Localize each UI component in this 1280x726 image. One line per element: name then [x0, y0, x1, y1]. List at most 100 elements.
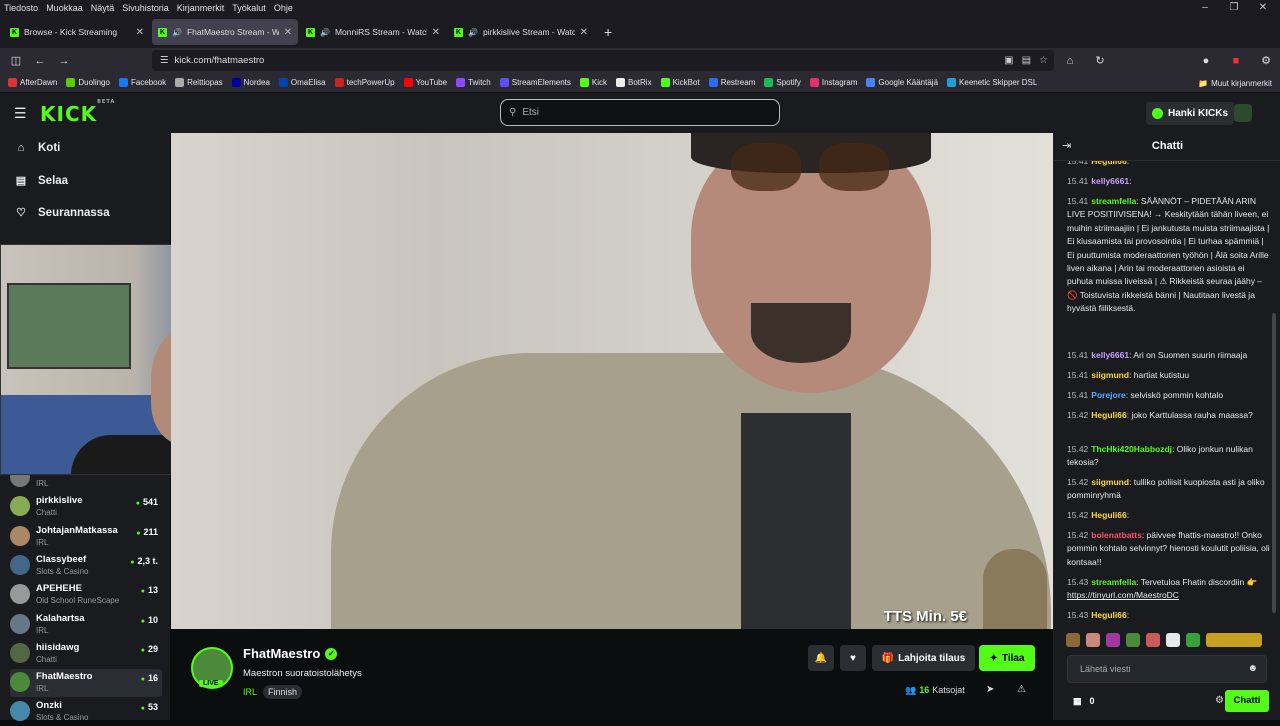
- reload-icon[interactable]: ↻: [1088, 54, 1112, 67]
- chat-send-button[interactable]: Chatti: [1225, 690, 1269, 712]
- bookmark-restream[interactable]: Restream: [708, 78, 755, 87]
- bookmark-nordea[interactable]: Nordea: [231, 78, 270, 87]
- sidebar-channel-classybeef[interactable]: ClassybeefSlots & Casino 2,3 t.: [10, 552, 162, 580]
- emote-icon[interactable]: [1166, 633, 1180, 647]
- sidebar-channel-hiisidawg[interactable]: hiisidawgChatti 29: [10, 640, 162, 668]
- chat-settings-icon[interactable]: ⚙: [1215, 695, 1224, 706]
- emote-icon[interactable]: [1146, 633, 1160, 647]
- chat-username[interactable]: Heguli66: [1091, 610, 1126, 620]
- sidebar-channel-kalahartsa[interactable]: KalahartsaIRL 10: [10, 611, 162, 639]
- emote-icon[interactable]: [1086, 633, 1100, 647]
- bookmark-omaelisa[interactable]: OmaElisa: [278, 78, 326, 87]
- url-bar[interactable]: ☰ kick.com/fhatmaestro ▣ ▤ ☆: [152, 50, 1054, 71]
- speaker-icon[interactable]: 🔊: [320, 28, 330, 37]
- channel-points[interactable]: ▦ 0: [1073, 696, 1095, 707]
- chat-username[interactable]: Porejore: [1091, 390, 1126, 400]
- chat-input[interactable]: Lähetä viesti ☻: [1067, 655, 1267, 683]
- bookmark-kickbot[interactable]: KickBot: [660, 78, 700, 87]
- streamer-name[interactable]: FhatMaestro ✓: [243, 646, 338, 661]
- sidebar-channel-apehehe[interactable]: APEHEHEOld School RuneScape 13: [10, 581, 162, 609]
- close-tab-icon[interactable]: ✕: [580, 27, 588, 38]
- bookmark-twitch[interactable]: Twitch: [456, 78, 491, 87]
- extension-badge-icon[interactable]: ■: [1224, 55, 1248, 67]
- bookmark-techpowerup[interactable]: techPowerUp: [334, 78, 395, 87]
- menu-edit[interactable]: Muokkaa: [46, 3, 83, 13]
- chat-messages[interactable]: 15.41 Heguli66: 15.41 kelly6661: 15.41 stream…: [1054, 161, 1274, 629]
- nav-following[interactable]: ♡ Seurannassa: [14, 206, 110, 220]
- close-tab-icon[interactable]: ✕: [432, 27, 440, 38]
- menu-hamburger-icon[interactable]: ☰: [14, 105, 27, 122]
- speaker-icon[interactable]: 🔊: [468, 28, 478, 37]
- tab-monnirs[interactable]: K 🔊 MonniRS Stream - Watch Li ✕: [300, 19, 446, 45]
- menu-bookmarks[interactable]: Kirjanmerkit: [177, 3, 225, 13]
- bookmark-kick[interactable]: Kick: [579, 78, 607, 87]
- avatar[interactable]: [1234, 104, 1252, 122]
- get-kicks-button[interactable]: Hanki KICKs: [1146, 102, 1235, 125]
- chat-username[interactable]: siigmund: [1091, 370, 1129, 380]
- home-icon[interactable]: ⌂: [1058, 55, 1082, 67]
- sidebar-channel-johtajanmatkassa[interactable]: JohtajanMatkassaIRL 211: [10, 523, 162, 551]
- emote-icon[interactable]: [1106, 633, 1120, 647]
- close-window-icon[interactable]: ✕: [1246, 0, 1280, 16]
- emoji-icon[interactable]: ☻: [1247, 663, 1258, 674]
- language-tag[interactable]: Finnish: [263, 685, 303, 699]
- emote-icon[interactable]: [1206, 633, 1262, 647]
- bookmark-instagram[interactable]: Instagram: [809, 78, 857, 87]
- follow-button[interactable]: ♥: [840, 645, 866, 671]
- emote-icon[interactable]: [1126, 633, 1140, 647]
- chat-username[interactable]: kelly6661: [1091, 176, 1129, 186]
- close-tab-icon[interactable]: ✕: [136, 27, 144, 38]
- menu-history[interactable]: Sivuhistoria: [122, 3, 169, 13]
- close-tab-icon[interactable]: ✕: [284, 27, 292, 38]
- chat-link[interactable]: https://tinyurl.com/MaestroDC: [1067, 590, 1179, 600]
- url-text[interactable]: kick.com/fhatmaestro: [175, 55, 265, 66]
- chat-username[interactable]: siigmund: [1091, 477, 1129, 487]
- chat-username[interactable]: ThcHki420Habbozdj: [1091, 444, 1172, 454]
- chat-username[interactable]: Heguli66: [1091, 161, 1126, 166]
- account-icon[interactable]: ●: [1194, 55, 1218, 67]
- bookmark-afterdawn[interactable]: AfterDawn: [8, 78, 57, 87]
- menu-view[interactable]: Näytä: [91, 3, 115, 13]
- chat-username[interactable]: Heguli66: [1091, 510, 1126, 520]
- emote-icon[interactable]: [1066, 633, 1080, 647]
- page-info-icon[interactable]: ☰: [160, 55, 169, 66]
- notifications-button[interactable]: 🔔: [808, 645, 834, 671]
- sidebar-toggle-icon[interactable]: ◫: [4, 54, 28, 67]
- subscribe-button[interactable]: ✦ Tilaa: [979, 645, 1035, 671]
- extensions-icon[interactable]: ⚙: [1254, 54, 1278, 67]
- report-icon[interactable]: ⚠: [1017, 684, 1026, 695]
- search-input[interactable]: ⚲ Etsi: [500, 99, 780, 126]
- kick-logo[interactable]: KICKBETA: [40, 99, 115, 126]
- tab-browse[interactable]: K Browse - Kick Streaming ✕: [4, 19, 150, 45]
- chat-username[interactable]: kelly6661: [1091, 350, 1129, 360]
- tab-fhatmaestro[interactable]: K 🔊 FhatMaestro Stream - Watch ✕: [152, 19, 298, 45]
- category-link[interactable]: IRL: [243, 687, 257, 697]
- bookmark-duolingo[interactable]: Duolingo: [66, 78, 110, 87]
- speaker-icon[interactable]: 🔊: [172, 28, 182, 37]
- sidebar-channel-fhatmaestro[interactable]: FhatMaestroIRL 16: [10, 669, 162, 698]
- new-tab-icon[interactable]: +: [596, 24, 620, 40]
- nav-browse[interactable]: ▤ Selaa: [14, 174, 68, 188]
- sidebar-channel-pirkkislive[interactable]: pirkkisliveChatti 541: [10, 493, 162, 521]
- sidebar-channel-onzki[interactable]: OnzkiSlots & Casino 53: [10, 698, 162, 726]
- back-icon[interactable]: ←: [28, 55, 52, 67]
- other-bookmarks[interactable]: 📁 Muut kirjanmerkit: [1198, 73, 1272, 93]
- gift-sub-button[interactable]: 🎁 Lahjoita tilaus: [872, 645, 975, 671]
- video-player[interactable]: TTS Min. 5€: [171, 133, 1053, 629]
- menu-help[interactable]: Ohje: [274, 3, 293, 13]
- menu-file[interactable]: Tiedosto: [4, 3, 38, 13]
- bookmark-spotify[interactable]: Spotify: [764, 78, 801, 87]
- share-icon[interactable]: ➤: [986, 684, 994, 695]
- bookmark-streamelements[interactable]: StreamElements: [499, 78, 571, 87]
- screenshot-icon[interactable]: ▣: [1004, 55, 1013, 66]
- chat-username[interactable]: streamfella: [1091, 577, 1136, 587]
- bookmark-reittiopas[interactable]: Reittiopas: [175, 78, 223, 87]
- menu-tools[interactable]: Työkalut: [232, 3, 266, 13]
- bookmark-youtube[interactable]: YouTube: [403, 78, 447, 87]
- chat-scrollbar[interactable]: [1272, 313, 1276, 613]
- bookmark-star-icon[interactable]: ☆: [1039, 55, 1048, 66]
- chat-username[interactable]: streamfella: [1091, 196, 1136, 206]
- chat-username[interactable]: bolenatbatts: [1091, 530, 1142, 540]
- nav-home[interactable]: ⌂ Koti: [14, 142, 61, 154]
- tab-pirkkislive[interactable]: K 🔊 pirkkislive Stream - Watch Li ✕: [448, 19, 594, 45]
